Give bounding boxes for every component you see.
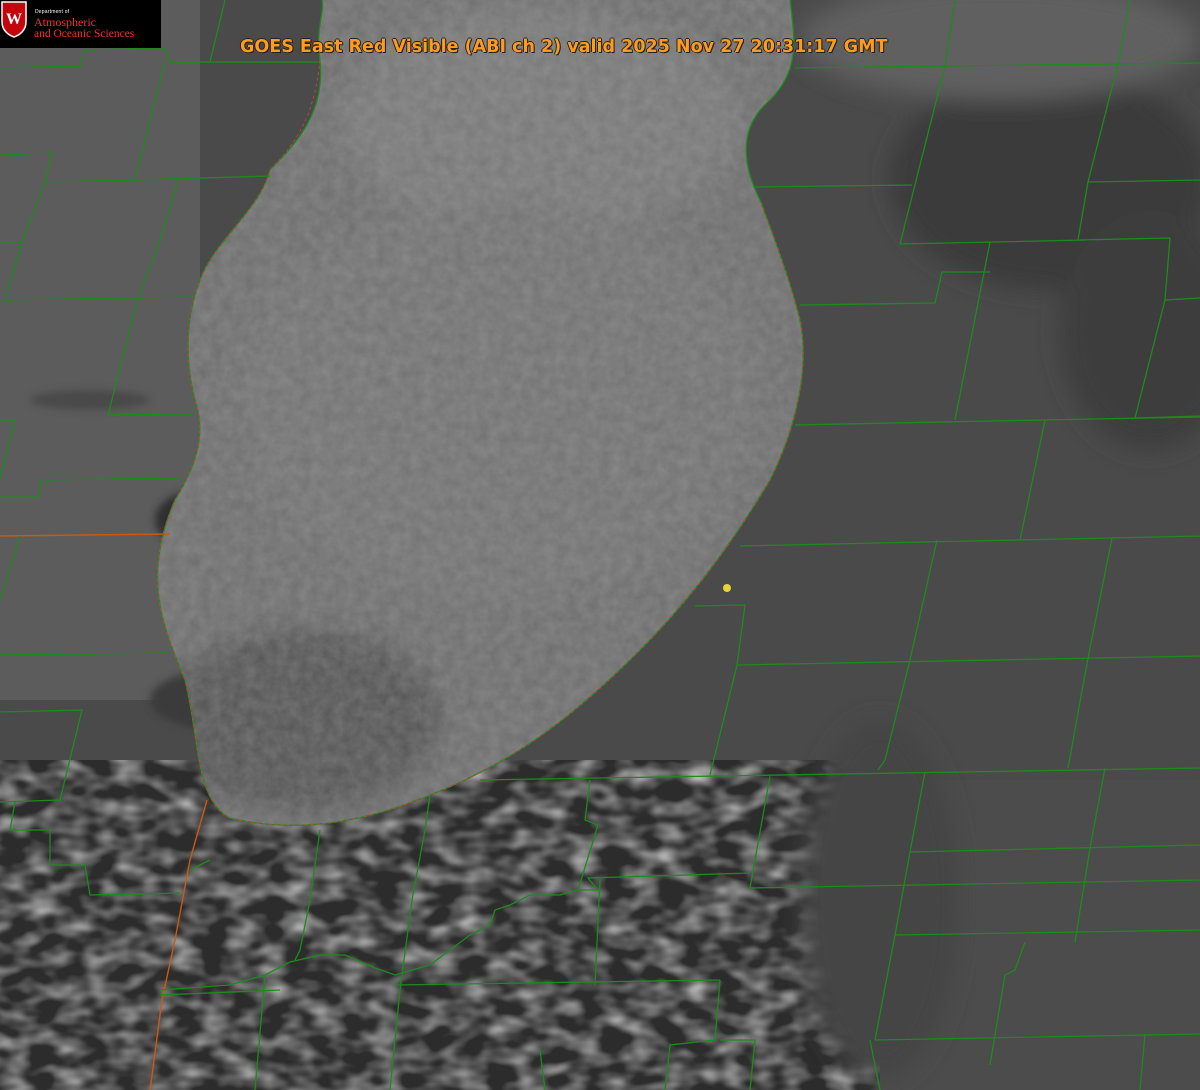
logo-line-2: and Oceanic Sciences — [34, 28, 135, 40]
cloud-streets — [0, 760, 900, 1090]
logo-line-1: Atmospheric — [34, 15, 96, 29]
map-canvas — [0, 0, 1200, 1090]
uw-aos-logo: W Department of Atmospheric and Oceanic … — [0, 0, 161, 48]
uw-crest-icon: W — [1, 1, 27, 38]
svg-text:W: W — [6, 11, 22, 28]
image-title: GOES East Red Visible (ABI ch 2) valid 2… — [240, 37, 888, 57]
location-marker — [723, 584, 731, 592]
satellite-map: W Department of Atmospheric and Oceanic … — [0, 0, 1200, 1090]
